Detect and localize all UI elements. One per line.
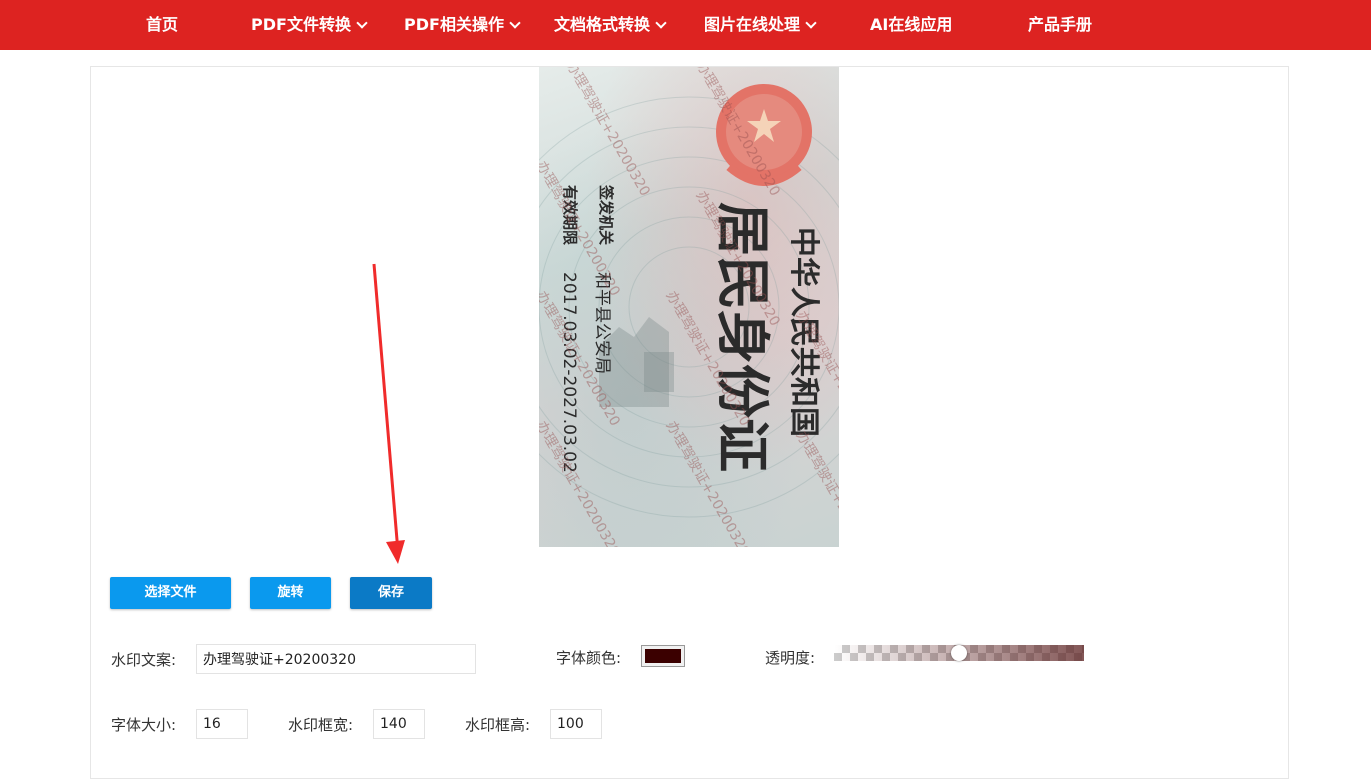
opacity-label: 透明度: — [765, 649, 816, 667]
font-color-picker[interactable] — [641, 645, 685, 667]
issuer-label: 签发机关 — [597, 185, 615, 246]
nav-item-doc-convert[interactable]: 文档格式转换 — [554, 0, 667, 50]
box-width-label: 水印框宽: — [288, 716, 354, 734]
chevron-down-icon — [356, 16, 368, 29]
nav-item-label: 首页 — [146, 15, 179, 34]
top-nav-bar: 首页 PDF文件转换 PDF相关操作 文档格式转换 图片在线处理 AI在线应用 … — [0, 0, 1371, 50]
chevron-down-icon — [655, 16, 667, 29]
red-arrow-icon — [372, 263, 405, 564]
nav-item-pdf-convert[interactable]: PDF文件转换 — [251, 0, 368, 50]
nav-item-home[interactable]: 首页 — [146, 0, 178, 50]
box-height-input[interactable] — [550, 709, 602, 739]
nav-item-label: PDF文件转换 — [251, 15, 351, 34]
font-size-input[interactable] — [196, 709, 248, 739]
box-height-label: 水印框高: — [465, 716, 531, 734]
box-width-input[interactable] — [373, 709, 425, 739]
nav-item-ai-apps[interactable]: AI在线应用 — [870, 0, 952, 50]
nav-item-label: AI在线应用 — [870, 15, 953, 34]
chevron-down-icon — [509, 16, 521, 29]
font-size-label: 字体大小: — [111, 716, 177, 734]
opacity-slider-thumb[interactable] — [951, 645, 967, 661]
nav-item-label: 图片在线处理 — [704, 15, 801, 34]
choose-file-button[interactable]: 选择文件 — [110, 577, 231, 609]
nav-item-label: 文档格式转换 — [554, 15, 651, 34]
nav-item-image-process[interactable]: 图片在线处理 — [704, 0, 817, 50]
font-color-label: 字体颜色: — [556, 649, 622, 667]
save-button[interactable]: 保存 — [350, 577, 432, 609]
font-color-swatch — [645, 649, 681, 663]
rotate-button[interactable]: 旋转 — [250, 577, 331, 609]
nav-item-label: 产品手册 — [1028, 15, 1093, 34]
watermark-text-label: 水印文案: — [111, 651, 177, 669]
watermark-text-input[interactable] — [196, 644, 476, 674]
image-preview: 中华人民共和国 居民身份证 签发机关 和平县公安局 有效期限 2017.03.0… — [539, 67, 839, 547]
nav-item-pdf-ops[interactable]: PDF相关操作 — [404, 0, 521, 50]
chevron-down-icon — [805, 16, 817, 29]
nav-item-label: PDF相关操作 — [404, 15, 504, 34]
opacity-slider[interactable] — [834, 645, 1084, 661]
nav-item-manual[interactable]: 产品手册 — [1028, 0, 1092, 50]
